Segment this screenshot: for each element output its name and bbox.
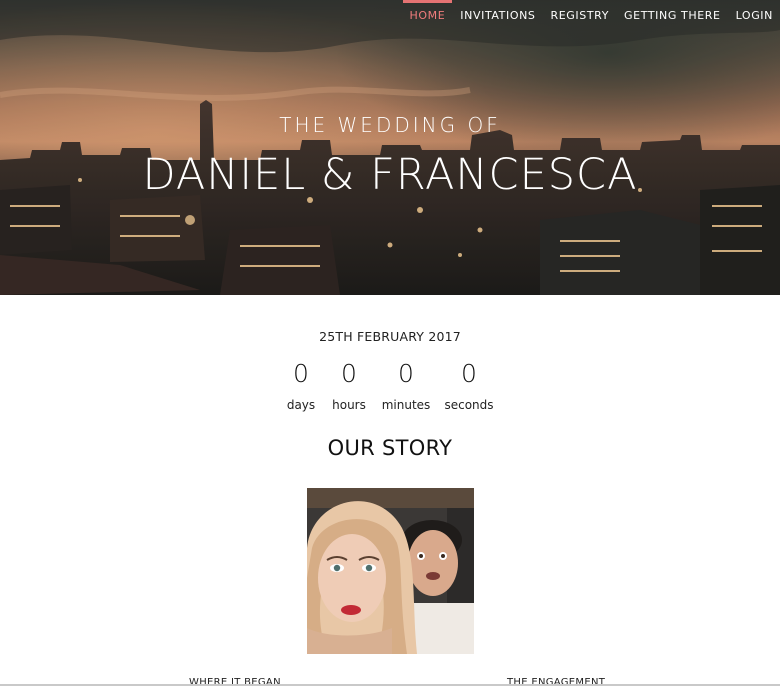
couple-photo [307, 488, 474, 654]
wedding-date: 25TH FEBRUARY 2017 [319, 329, 461, 344]
nav-item-login[interactable]: LOGIN [728, 0, 780, 31]
nav-item-home[interactable]: HOME [402, 0, 453, 31]
hero-title: DANIEL & FRANCESCA [142, 150, 638, 200]
nav-item-getting-there[interactable]: GETTING THERE [616, 0, 728, 31]
our-story-heading: OUR STORY [327, 436, 453, 460]
nav-item-invitations[interactable]: INVITATIONS [452, 0, 542, 31]
hero-banner: HOME INVITATIONS REGISTRY GETTING THERE … [0, 0, 780, 295]
nav-item-registry[interactable]: REGISTRY [543, 0, 617, 31]
countdown-seconds-label: seconds [444, 398, 494, 412]
city-skyline-image [0, 0, 780, 295]
hero-subtitle: THE WEDDING OF [279, 113, 501, 137]
main-nav: HOME INVITATIONS REGISTRY GETTING THERE … [402, 0, 780, 32]
wedding-page: HOME INVITATIONS REGISTRY GETTING THERE … [0, 0, 780, 686]
countdown-seconds: 0 seconds [429, 358, 509, 412]
countdown-seconds-value: 0 [461, 359, 477, 388]
countdown-timer: 0 days 0 hours 0 minutes 0 seconds [0, 358, 780, 418]
